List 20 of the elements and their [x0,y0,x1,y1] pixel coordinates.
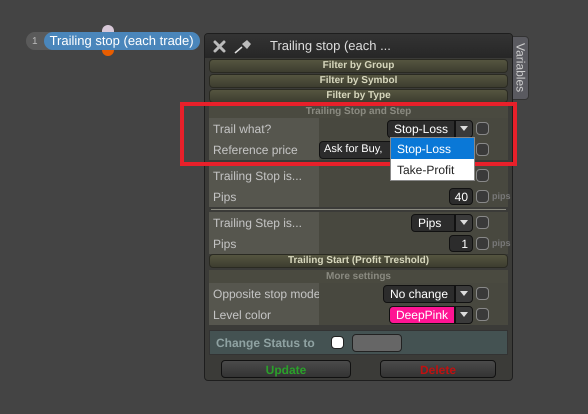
field-label: Trail what? [209,118,319,139]
node-number: 1 [31,34,39,48]
panel-title: Trailing stop (each ... [270,37,391,56]
select-value: DeepPink [388,306,455,324]
select-value: Stop-Loss [386,120,455,138]
field-label: Pips [209,186,319,207]
status-label: Change Status to [216,334,315,352]
node-label: Trailing stop (each trade) [44,32,200,50]
field-label: Opposite stop mode [209,283,319,304]
field-label: Trailing Step is... [209,212,319,233]
field-label: Level color [209,304,319,325]
select-value: Pips [411,214,455,232]
unit-label: pips [492,236,508,250]
section-subheader: More settings [209,270,508,283]
section-subheader: Trailing Stop and Step [209,105,508,118]
field-label: Pips [209,233,319,254]
select-value: No change [382,284,455,302]
field-label: Reference price [209,139,319,160]
unit-label: pips [492,190,508,203]
field-label: Trailing Stop is... [209,165,319,186]
